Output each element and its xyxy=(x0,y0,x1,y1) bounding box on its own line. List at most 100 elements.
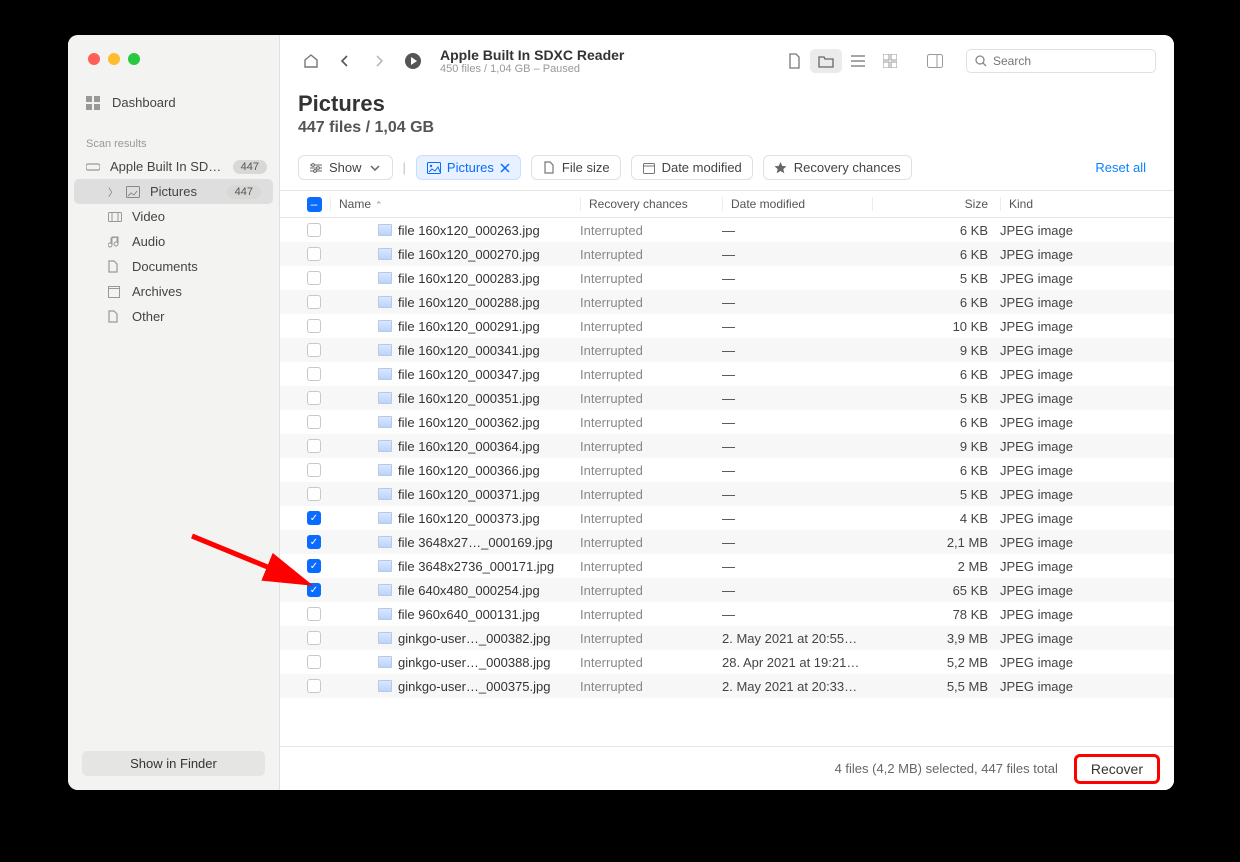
table-row[interactable]: file 160x120_000371.jpgInterrupted—5 KBJ… xyxy=(280,482,1174,506)
table-row[interactable]: file 160x120_000288.jpgInterrupted—6 KBJ… xyxy=(280,290,1174,314)
table-row[interactable]: ginkgo-user…_000375.jpgInterrupted2. May… xyxy=(280,674,1174,698)
column-date[interactable]: Date modified xyxy=(722,197,872,211)
table-row[interactable]: file 160x120_000351.jpgInterrupted—5 KBJ… xyxy=(280,386,1174,410)
home-button[interactable] xyxy=(298,48,324,74)
back-button[interactable] xyxy=(332,48,358,74)
sidebar-item-other[interactable]: Other xyxy=(68,304,279,329)
show-in-finder-button[interactable]: Show in Finder xyxy=(82,751,265,776)
maximize-window-button[interactable] xyxy=(128,53,140,65)
sidebar-device-label: Apple Built In SD… xyxy=(110,159,221,174)
row-checkbox[interactable]: ✓ xyxy=(298,511,330,525)
date-filter-button[interactable]: Date modified xyxy=(631,155,753,180)
row-checkbox[interactable]: ✓ xyxy=(298,559,330,573)
forward-button[interactable] xyxy=(366,48,392,74)
row-recovery: Interrupted xyxy=(580,367,722,382)
select-all-checkbox[interactable]: – xyxy=(298,197,330,212)
table-row[interactable]: file 160x120_000270.jpgInterrupted—6 KBJ… xyxy=(280,242,1174,266)
column-name[interactable]: Name⌃ xyxy=(330,197,580,211)
app-window: Dashboard Scan results Apple Built In SD… xyxy=(68,35,1174,790)
row-recovery: Interrupted xyxy=(580,511,722,526)
row-checkbox[interactable] xyxy=(298,247,330,261)
row-checkbox[interactable] xyxy=(298,439,330,453)
table-row[interactable]: file 160x120_000362.jpgInterrupted—6 KBJ… xyxy=(280,410,1174,434)
sidebar-item-archives[interactable]: Archives xyxy=(68,279,279,304)
row-checkbox[interactable] xyxy=(298,271,330,285)
row-checkbox[interactable] xyxy=(298,343,330,357)
table-row[interactable]: ginkgo-user…_000388.jpgInterrupted28. Ap… xyxy=(280,650,1174,674)
table-row[interactable]: file 160x120_000263.jpgInterrupted—6 KBJ… xyxy=(280,218,1174,242)
recover-button[interactable]: Recover xyxy=(1074,754,1160,784)
sidebar-item-pictures[interactable]: 〉Pictures447 xyxy=(74,179,273,204)
row-checkbox[interactable] xyxy=(298,679,330,693)
table-row[interactable]: file 160x120_000283.jpgInterrupted—5 KBJ… xyxy=(280,266,1174,290)
row-kind: JPEG image xyxy=(1000,343,1156,358)
row-checkbox[interactable] xyxy=(298,463,330,477)
row-kind: JPEG image xyxy=(1000,319,1156,334)
sidebar-device-item[interactable]: Apple Built In SD… 447 xyxy=(68,154,279,179)
row-checkbox[interactable] xyxy=(298,367,330,381)
row-checkbox[interactable] xyxy=(298,415,330,429)
resume-scan-button[interactable] xyxy=(400,48,426,74)
file-thumbnail-icon xyxy=(378,488,392,500)
row-kind: JPEG image xyxy=(1000,607,1156,622)
table-row[interactable]: file 160x120_000291.jpgInterrupted—10 KB… xyxy=(280,314,1174,338)
file-size-filter-button[interactable]: File size xyxy=(531,155,621,180)
sidebar-item-label: Video xyxy=(132,209,165,224)
view-mode-group xyxy=(778,49,906,73)
row-date: 2. May 2021 at 20:55… xyxy=(722,631,872,646)
sidebar-item-label: Audio xyxy=(132,234,165,249)
row-checkbox[interactable] xyxy=(298,391,330,405)
sidebar-item-audio[interactable]: Audio xyxy=(68,229,279,254)
table-row[interactable]: file 960x640_000131.jpgInterrupted—78 KB… xyxy=(280,602,1174,626)
row-kind: JPEG image xyxy=(1000,583,1156,598)
view-icon-grid[interactable] xyxy=(874,49,906,73)
row-date: — xyxy=(722,535,872,550)
minimize-window-button[interactable] xyxy=(108,53,120,65)
show-filter-button[interactable]: Show xyxy=(298,155,393,180)
row-checkbox[interactable]: ✓ xyxy=(298,583,330,597)
search-box[interactable] xyxy=(966,49,1156,73)
row-checkbox[interactable] xyxy=(298,223,330,237)
row-checkbox[interactable] xyxy=(298,319,330,333)
toggle-panel-button[interactable] xyxy=(922,48,948,74)
view-icon-folder[interactable] xyxy=(810,49,842,73)
column-recovery[interactable]: Recovery chances xyxy=(580,197,722,211)
remove-filter-icon[interactable] xyxy=(500,163,510,173)
table-row[interactable]: ✓file 3648x2736_000171.jpgInterrupted—2 … xyxy=(280,554,1174,578)
table-row[interactable]: ✓file 3648x27…_000169.jpgInterrupted—2,1… xyxy=(280,530,1174,554)
table-row[interactable]: file 160x120_000366.jpgInterrupted—6 KBJ… xyxy=(280,458,1174,482)
table-row[interactable]: ✓file 640x480_000254.jpgInterrupted—65 K… xyxy=(280,578,1174,602)
row-checkbox[interactable] xyxy=(298,487,330,501)
view-icon-list[interactable] xyxy=(842,49,874,73)
row-kind: JPEG image xyxy=(1000,679,1156,694)
table-row[interactable]: file 160x120_000347.jpgInterrupted—6 KBJ… xyxy=(280,362,1174,386)
row-name: ginkgo-user…_000375.jpg xyxy=(330,679,580,694)
table-row[interactable]: ✓file 160x120_000373.jpgInterrupted—4 KB… xyxy=(280,506,1174,530)
row-size: 5,2 MB xyxy=(872,655,1000,670)
table-row[interactable]: ginkgo-user…_000382.jpgInterrupted2. May… xyxy=(280,626,1174,650)
column-size[interactable]: Size xyxy=(872,197,1000,211)
table-body[interactable]: file 160x120_000263.jpgInterrupted—6 KBJ… xyxy=(280,218,1174,746)
reset-filters-link[interactable]: Reset all xyxy=(1085,156,1156,179)
close-window-button[interactable] xyxy=(88,53,100,65)
row-checkbox[interactable] xyxy=(298,607,330,621)
row-size: 2 MB xyxy=(872,559,1000,574)
row-checkbox[interactable] xyxy=(298,295,330,309)
file-thumbnail-icon xyxy=(378,680,392,692)
sidebar-item-documents[interactable]: Documents xyxy=(68,254,279,279)
row-name: ginkgo-user…_000382.jpg xyxy=(330,631,580,646)
view-icon-document[interactable] xyxy=(778,49,810,73)
recovery-filter-button[interactable]: Recovery chances xyxy=(763,155,912,180)
column-kind[interactable]: Kind xyxy=(1000,197,1156,211)
row-checkbox[interactable] xyxy=(298,655,330,669)
table-row[interactable]: file 160x120_000364.jpgInterrupted—9 KBJ… xyxy=(280,434,1174,458)
page-header: Pictures 447 files / 1,04 GB xyxy=(280,81,1174,149)
search-input[interactable] xyxy=(993,54,1147,68)
row-checkbox[interactable]: ✓ xyxy=(298,535,330,549)
sidebar-item-video[interactable]: Video xyxy=(68,204,279,229)
table-row[interactable]: file 160x120_000341.jpgInterrupted—9 KBJ… xyxy=(280,338,1174,362)
pictures-filter-chip[interactable]: Pictures xyxy=(416,155,521,180)
dashboard-link[interactable]: Dashboard xyxy=(68,85,279,120)
row-checkbox[interactable] xyxy=(298,631,330,645)
row-recovery: Interrupted xyxy=(580,535,722,550)
